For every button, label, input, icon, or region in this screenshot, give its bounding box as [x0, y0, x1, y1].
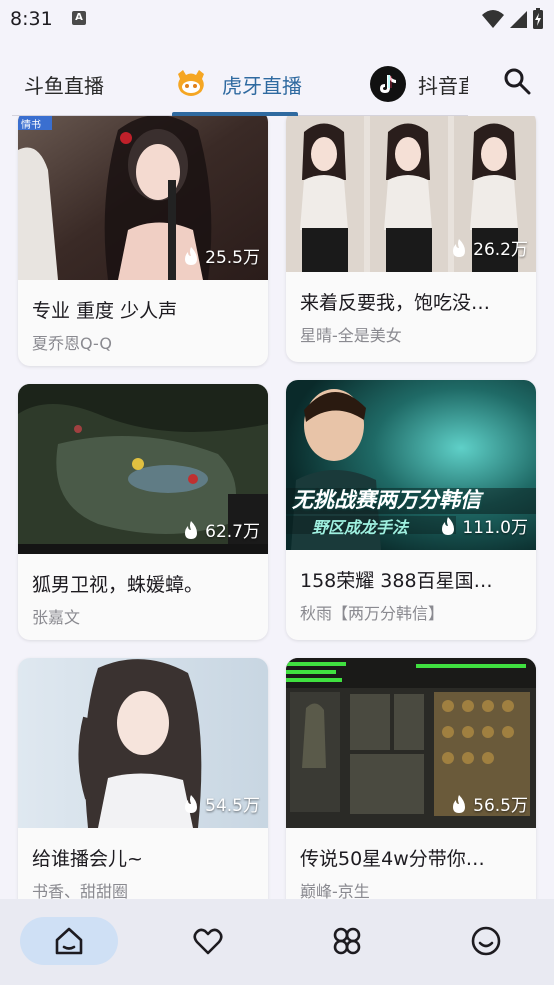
- tab-huya-label: 虎牙直播: [222, 73, 302, 98]
- streamer-name: 张嘉文: [32, 608, 81, 627]
- fire-icon: [185, 246, 198, 265]
- view-count: 26.2万: [451, 235, 528, 260]
- stream-thumbnail: 无挑战赛两万分韩信 野区成龙手法 111.0万: [286, 380, 536, 550]
- tab-douyin[interactable]: 抖音直播: [370, 64, 468, 104]
- fire-icon: [453, 238, 466, 257]
- tab-douyin-label: 抖音直播: [418, 73, 468, 98]
- bottom-navigation: [0, 899, 554, 985]
- view-count-value: 62.7万: [205, 522, 260, 542]
- stream-thumbnail: 情书 25.5万: [18, 116, 268, 280]
- streamer-name: 星晴-全是美女: [300, 326, 402, 345]
- fire-icon: [442, 516, 455, 535]
- nav-home[interactable]: [20, 917, 118, 965]
- stream-thumbnail: 62.7万: [18, 384, 268, 554]
- huya-logo-icon: [178, 70, 204, 96]
- thumbnail-subheadline: 野区成龙手法: [312, 518, 409, 537]
- category-icon: [333, 927, 361, 955]
- stream-card[interactable]: 54.5万 给谁播会儿~ 书香、甜甜圈: [18, 658, 268, 899]
- stream-thumbnail: 54.5万: [18, 658, 268, 828]
- platform-tab-bar: 斗鱼直播 虎牙直播 抖音直播: [0, 50, 554, 116]
- view-count-value: 56.5万: [473, 796, 528, 816]
- streamer-name: 夏乔恩Q-Q: [32, 334, 112, 353]
- view-count: 54.5万: [183, 791, 260, 816]
- thumbnail-headline: 无挑战赛两万分韩信: [292, 488, 481, 512]
- tab-huya[interactable]: 虎牙直播: [174, 64, 302, 104]
- streamer-name: 书香、甜甜圈: [32, 882, 129, 899]
- nav-favorites[interactable]: [159, 917, 257, 965]
- stream-title: 狐男卫视，蛛媛蟑。: [32, 574, 204, 596]
- stream-grid: 情书 25.5万 专业 重度 少人声 夏乔恩Q-Q 26.2万 来着反要我，饱吃…: [0, 116, 554, 899]
- status-time: 8:31: [10, 8, 53, 30]
- notification-icon: A: [72, 11, 86, 25]
- view-count: 62.7万: [183, 517, 260, 542]
- home-icon: [55, 927, 83, 955]
- heart-icon: [193, 928, 223, 955]
- stream-thumbnail: 56.5万: [286, 658, 536, 828]
- stream-title: 158荣耀 388百星国…: [300, 570, 493, 592]
- view-count: 111.0万: [440, 513, 528, 538]
- view-count-value: 26.2万: [473, 240, 528, 260]
- search-icon: [504, 68, 531, 95]
- stream-card[interactable]: 无挑战赛两万分韩信 野区成龙手法 111.0万 158荣耀 388百星国… 秋雨…: [286, 380, 536, 640]
- view-count-value: 25.5万: [205, 248, 260, 268]
- fire-icon: [453, 794, 466, 813]
- stream-title: 来着反要我，饱吃没…: [300, 292, 491, 314]
- stream-card[interactable]: 情书 25.5万 专业 重度 少人声 夏乔恩Q-Q: [18, 116, 268, 366]
- view-count: 25.5万: [183, 243, 260, 268]
- status-bar: 8:31 A: [0, 0, 554, 40]
- fire-icon: [185, 794, 198, 813]
- nav-profile[interactable]: [437, 917, 535, 965]
- view-count-value: 54.5万: [205, 796, 260, 816]
- stream-title: 给谁播会儿~: [32, 848, 143, 870]
- tab-douyu[interactable]: 斗鱼直播: [24, 64, 104, 104]
- stream-card[interactable]: 56.5万 传说50星4w分带你… 巅峰-京生: [286, 658, 536, 899]
- douyin-logo-icon: [370, 66, 406, 102]
- stream-card[interactable]: 62.7万 狐男卫视，蛛媛蟑。 张嘉文: [18, 384, 268, 640]
- stream-title: 专业 重度 少人声: [32, 300, 178, 322]
- stream-title: 传说50星4w分带你…: [300, 848, 485, 870]
- streamer-name: 巅峰-京生: [300, 882, 370, 899]
- streamer-name: 秋雨【两万分韩信】: [300, 604, 445, 623]
- wifi-icon: [482, 10, 504, 28]
- battery-icon: [533, 8, 543, 29]
- smile-icon: [471, 926, 501, 956]
- stream-card[interactable]: 26.2万 来着反要我，饱吃没… 星晴-全是美女: [286, 116, 536, 362]
- search-button[interactable]: [500, 64, 534, 98]
- signal-icon: [510, 11, 527, 28]
- thumbnail-tag: 情书: [21, 120, 41, 131]
- nav-categories[interactable]: [298, 917, 396, 965]
- view-count-value: 111.0万: [462, 518, 528, 538]
- status-icons: [482, 8, 544, 30]
- view-count: 56.5万: [451, 791, 528, 816]
- tab-douyu-label: 斗鱼直播: [24, 73, 104, 98]
- fire-icon: [185, 520, 198, 539]
- stream-thumbnail: 26.2万: [286, 116, 536, 272]
